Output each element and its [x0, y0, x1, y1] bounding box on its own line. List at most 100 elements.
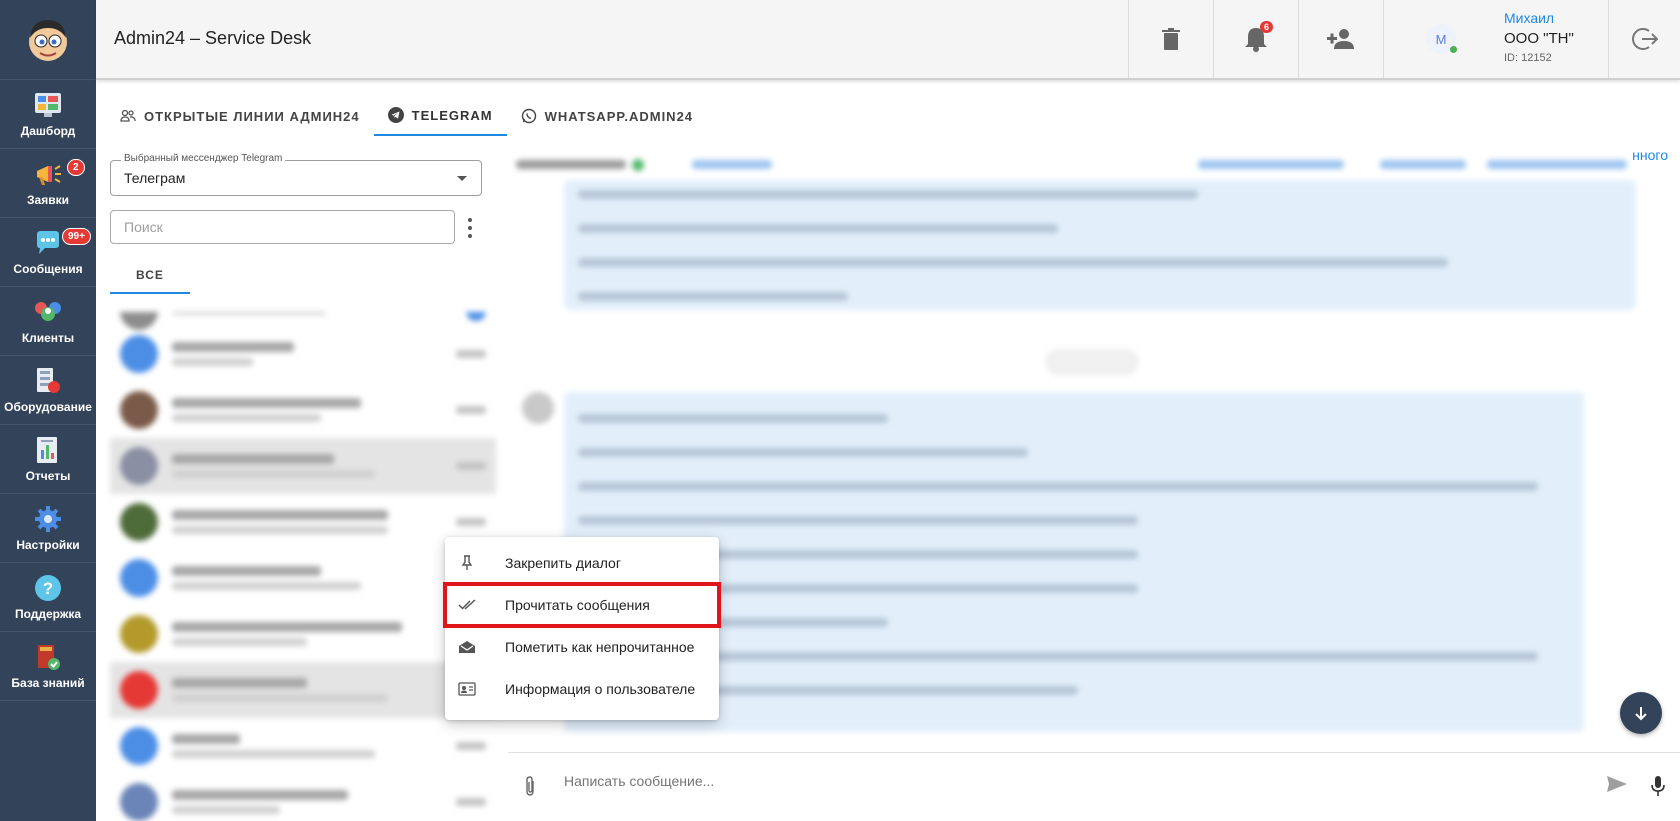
- list-item[interactable]: [110, 312, 496, 330]
- tab-label: TELEGRAM: [411, 107, 493, 123]
- sidebar-item-label: База знаний: [11, 676, 85, 690]
- chat-list-panel: Выбранный мессенджер Telegram Телеграм В…: [96, 136, 496, 821]
- double-check-icon: [458, 597, 476, 613]
- message-bubble: [564, 180, 1636, 310]
- scroll-down-button[interactable]: [1620, 692, 1662, 734]
- clients-icon: [33, 297, 63, 327]
- sidebar-item-requests[interactable]: Заявки 2: [0, 149, 96, 218]
- report-icon: [33, 435, 63, 465]
- user-profile[interactable]: М Михаил ООО "ТН" ID: 12152: [1383, 0, 1608, 78]
- date-divider: [1046, 350, 1138, 374]
- sidebar-item-knowledge-base[interactable]: База знаний: [0, 632, 96, 701]
- chat-bubble-icon: [33, 228, 63, 258]
- microphone-button[interactable]: [1651, 775, 1665, 802]
- menu-item-label: Информация о пользователе: [505, 681, 696, 697]
- list-item[interactable]: [110, 326, 496, 382]
- menu-item-label: Пометить как непрочитанное: [505, 639, 695, 655]
- notification-badge: 6: [1260, 21, 1274, 33]
- telegram-icon: [387, 107, 404, 123]
- logout-button[interactable]: [1608, 0, 1680, 78]
- message-composer: [508, 752, 1680, 821]
- svg-text:?: ?: [43, 579, 53, 598]
- sidebar: Дашборд Заявки 2 Сообщения 99+ Клиенты О…: [0, 0, 96, 821]
- sidebar-item-equipment[interactable]: Оборудование: [0, 356, 96, 425]
- sidebar-item-messages[interactable]: Сообщения 99+: [0, 218, 96, 287]
- whatsapp-icon: [521, 108, 536, 124]
- attach-button[interactable]: [524, 775, 536, 802]
- user-id: ID: 12152: [1504, 52, 1552, 64]
- sidebar-item-label: Отчеты: [25, 469, 71, 483]
- messenger-select-value: Телеграм: [124, 170, 186, 186]
- pin-icon: [458, 555, 476, 571]
- sidebar-item-label: Клиенты: [21, 331, 75, 345]
- logo-icon: [29, 19, 67, 61]
- sidebar-item-reports[interactable]: Отчеты: [0, 425, 96, 494]
- avatar: [522, 392, 554, 424]
- add-user-icon: [1327, 29, 1354, 49]
- list-item[interactable]: [110, 438, 496, 494]
- notifications-button[interactable]: 6: [1213, 0, 1298, 78]
- sidebar-item-settings[interactable]: Настройки: [0, 494, 96, 563]
- sidebar-item-dashboard[interactable]: Дашборд: [0, 80, 96, 149]
- remove-link[interactable]: нного: [1632, 147, 1668, 163]
- menu-item-label: Прочитать сообщения: [505, 597, 650, 613]
- list-item[interactable]: [110, 494, 496, 550]
- megaphone-icon: [33, 159, 63, 189]
- sidebar-item-label: Заявки: [27, 193, 69, 207]
- sidebar-item-label: Поддержка: [14, 607, 82, 621]
- list-item[interactable]: [110, 606, 496, 662]
- menu-item-read-messages[interactable]: Прочитать сообщения: [443, 582, 721, 628]
- user-org: ООО "ТН": [1504, 30, 1574, 47]
- sidebar-item-label: Оборудование: [4, 400, 92, 414]
- menu-item-pin-dialog[interactable]: Закрепить диалог: [445, 542, 719, 584]
- add-user-button[interactable]: [1298, 0, 1383, 78]
- help-icon: ?: [33, 573, 63, 603]
- messenger-select-label: Выбранный мессенджер Telegram: [121, 153, 286, 164]
- sidebar-item-support[interactable]: ? Поддержка: [0, 563, 96, 632]
- arrow-down-icon: [1635, 707, 1647, 721]
- logo[interactable]: [0, 0, 96, 80]
- sidebar-item-label: Дашборд: [20, 124, 76, 138]
- top-header: Admin24 – Service Desk 6 М Михаил ООО "Т…: [96, 0, 1680, 80]
- app-title: Admin24 – Service Desk: [114, 28, 312, 48]
- gear-icon: [33, 504, 63, 534]
- dashboard-icon: [33, 90, 63, 120]
- message-input[interactable]: [564, 767, 1544, 795]
- menu-item-user-info[interactable]: Информация о пользователе: [445, 668, 719, 710]
- logout-icon: [1631, 28, 1658, 50]
- tab-whatsapp[interactable]: WHATSAPP.ADMIN24: [507, 96, 707, 136]
- sidebar-item-label: Сообщения: [13, 262, 83, 276]
- open-envelope-icon: [458, 639, 476, 655]
- messenger-select[interactable]: Выбранный мессенджер Telegram Телеграм: [110, 153, 482, 196]
- user-name: Михаил: [1504, 10, 1555, 26]
- dropdown-arrow-icon: [457, 176, 467, 181]
- list-item[interactable]: [110, 662, 496, 718]
- tab-label: WHATSAPP.ADMIN24: [544, 108, 694, 124]
- more-options-icon[interactable]: [466, 218, 474, 238]
- menu-item-mark-unread[interactable]: Пометить как непрочитанное: [445, 626, 719, 668]
- list-item[interactable]: [110, 718, 496, 774]
- list-item[interactable]: [110, 774, 496, 821]
- search-input[interactable]: [110, 210, 455, 244]
- book-icon: [33, 642, 63, 672]
- sidebar-item-label: Настройки: [16, 538, 80, 552]
- chat-list: [110, 312, 496, 821]
- paperclip-icon: [526, 776, 534, 796]
- tab-telegram[interactable]: TELEGRAM: [373, 96, 507, 136]
- online-status-dot: [1450, 46, 1457, 53]
- send-button[interactable]: [1606, 775, 1628, 798]
- sidebar-item-clients[interactable]: Клиенты: [0, 287, 96, 356]
- messages-badge: 99+: [62, 228, 91, 245]
- users-icon: [120, 110, 136, 122]
- microphone-icon: [1651, 776, 1665, 796]
- context-menu: Закрепить диалог Прочитать сообщения Пом…: [443, 537, 721, 720]
- tab-open-lines[interactable]: ОТКРЫТЫЕ ЛИНИИ АДМИН24: [96, 96, 374, 136]
- list-item[interactable]: [110, 550, 496, 606]
- id-card-icon: [458, 681, 476, 697]
- list-item[interactable]: [110, 382, 496, 438]
- requests-badge: 2: [67, 159, 85, 176]
- trash-icon: [1162, 28, 1180, 50]
- delete-button[interactable]: [1128, 0, 1213, 78]
- filter-tab-all[interactable]: ВСЕ: [110, 258, 190, 294]
- menu-item-label: Закрепить диалог: [505, 555, 621, 571]
